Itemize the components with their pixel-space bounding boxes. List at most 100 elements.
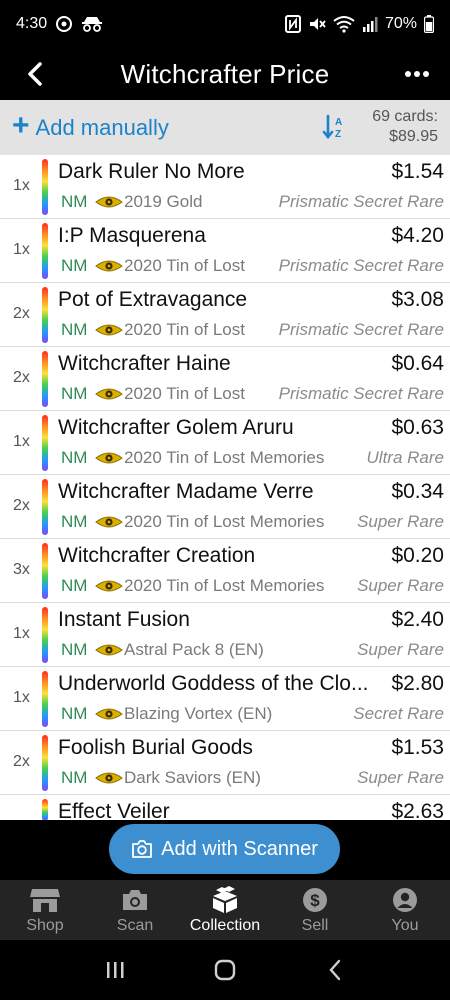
- card-quantity: 2x: [13, 369, 30, 386]
- card-rarity: Prismatic Secret Rare: [278, 384, 444, 403]
- card-condition: NM: [61, 448, 88, 467]
- nav-shop-label: Shop: [26, 917, 64, 934]
- card-set: Blazing Vortex (EN): [124, 704, 273, 723]
- add-with-scanner-label: Add with Scanner: [161, 837, 318, 860]
- card-condition: NM: [61, 192, 88, 211]
- svg-text:$: $: [310, 891, 320, 910]
- card-rarity: Super Rare: [357, 640, 444, 659]
- rarity-stripe: [42, 223, 48, 279]
- card-quantity: 1x: [13, 625, 30, 642]
- card-row[interactable]: 1x Dark Ruler No More $1.54 NM 2019 Gold…: [0, 155, 450, 219]
- millennium-eye-icon: [95, 580, 123, 592]
- card-quantity: 1x: [13, 689, 30, 706]
- status-time: 4:30: [16, 15, 48, 32]
- card-row[interactable]: 2x Pot of Extravagance $3.08 NM 2020 Tin…: [0, 283, 450, 347]
- home-icon[interactable]: [205, 950, 245, 990]
- user-icon: [390, 886, 420, 914]
- card-name: Dark Ruler No More: [58, 160, 245, 183]
- add-with-scanner-button[interactable]: Add with Scanner: [109, 824, 340, 874]
- millennium-eye-icon: [95, 260, 123, 272]
- card-set: 2020 Tin of Lost: [124, 384, 245, 403]
- card-name: Underworld Goddess of the Clo...: [58, 672, 369, 695]
- card-set: 2020 Tin of Lost: [124, 320, 245, 339]
- card-rarity: Secret Rare: [353, 704, 444, 723]
- card-list[interactable]: 1x Dark Ruler No More $1.54 NM 2019 Gold…: [0, 155, 450, 820]
- battery-icon: [424, 15, 434, 33]
- mute-icon: [308, 15, 326, 33]
- card-row[interactable]: 2x Foolish Burial Goods $1.53 NM Dark Sa…: [0, 731, 450, 795]
- rarity-stripe: [42, 287, 48, 343]
- card-name: Witchcrafter Creation: [58, 544, 256, 567]
- card-row[interactable]: 2x Witchcrafter Haine $0.64 NM 2020 Tin …: [0, 347, 450, 411]
- recent-apps-icon[interactable]: [95, 950, 135, 990]
- millennium-eye-icon: [95, 708, 123, 720]
- card-price: $0.34: [391, 480, 444, 503]
- card-row[interactable]: 2x Witchcrafter Madame Verre $0.34 NM 20…: [0, 475, 450, 539]
- nav-shop[interactable]: Shop: [0, 880, 90, 940]
- millennium-eye-icon: [95, 324, 123, 336]
- app-bar: Witchcrafter Price: [0, 48, 450, 100]
- nav-sell[interactable]: $ Sell: [270, 880, 360, 940]
- sort-az-icon[interactable]: AZ: [322, 114, 346, 140]
- card-set: Dark Saviors (EN): [124, 768, 261, 787]
- signal-icon: [362, 16, 378, 32]
- back-arrow-icon[interactable]: [20, 58, 48, 90]
- card-condition: NM: [61, 512, 88, 531]
- card-set: 2020 Tin of Lost Memories: [124, 448, 325, 467]
- incognito-icon: [81, 15, 103, 33]
- collection-box-icon: [210, 886, 240, 914]
- card-condition: NM: [61, 256, 88, 275]
- nav-scan[interactable]: Scan: [90, 880, 180, 940]
- card-row[interactable]: 1x Underworld Goddess of the Clo... $2.8…: [0, 667, 450, 731]
- more-dots-icon[interactable]: [402, 60, 432, 88]
- card-row[interactable]: 3x Witchcrafter Creation $0.20 NM 2020 T…: [0, 539, 450, 603]
- system-back-icon[interactable]: [315, 950, 355, 990]
- card-quantity: 1x: [13, 177, 30, 194]
- add-manually-button[interactable]: + Add manually: [12, 109, 169, 142]
- add-manually-label: Add manually: [35, 114, 169, 140]
- svg-text:Z: Z: [335, 129, 341, 140]
- card-name: Witchcrafter Golem Aruru: [58, 416, 294, 439]
- card-price: $0.63: [391, 416, 444, 439]
- nav-sell-label: Sell: [301, 917, 329, 934]
- card-price: $2.80: [391, 672, 444, 695]
- card-rarity: Prismatic Secret Rare: [278, 192, 444, 211]
- nfc-icon: [284, 15, 301, 33]
- nav-collection[interactable]: Collection: [180, 880, 270, 940]
- card-row[interactable]: 1x I:P Masquerena $4.20 NM 2020 Tin of L…: [0, 219, 450, 283]
- card-name: Foolish Burial Goods: [58, 736, 253, 759]
- card-price: $0.64: [391, 352, 444, 375]
- millennium-eye-icon: [95, 388, 123, 400]
- card-count-summary: 69 cards: $89.95: [372, 107, 438, 147]
- rarity-stripe: [42, 607, 48, 663]
- card-price: $1.54: [391, 160, 444, 183]
- card-set: 2020 Tin of Lost Memories: [124, 512, 325, 531]
- card-row[interactable]: Effect Veiler $2.63: [0, 795, 450, 820]
- collection-total: $89.95: [389, 128, 438, 145]
- millennium-eye-icon: [95, 772, 123, 784]
- card-rarity: Super Rare: [357, 512, 444, 531]
- status-bar: 4:30 70%: [0, 0, 450, 48]
- card-name: Witchcrafter Haine: [58, 352, 231, 375]
- card-price: $4.20: [391, 224, 444, 247]
- rarity-stripe: [42, 543, 48, 599]
- card-row[interactable]: 1x Witchcrafter Golem Aruru $0.63 NM 202…: [0, 411, 450, 475]
- nav-you[interactable]: You: [360, 880, 450, 940]
- camera-icon: [132, 840, 153, 858]
- system-nav-bar: [0, 940, 450, 1000]
- card-set: 2020 Tin of Lost: [124, 256, 245, 275]
- card-rarity: Super Rare: [357, 576, 444, 595]
- card-name: Effect Veiler: [58, 800, 170, 820]
- battery-percent: 70%: [384, 15, 417, 32]
- card-name: Pot of Extravagance: [58, 288, 248, 311]
- plus-icon: +: [12, 109, 30, 142]
- card-quantity: 3x: [13, 561, 30, 578]
- millennium-eye-icon: [95, 196, 123, 208]
- svg-text:A: A: [335, 117, 342, 128]
- alarm-icon: [55, 15, 73, 33]
- card-condition: NM: [61, 640, 88, 659]
- card-row[interactable]: 1x Instant Fusion $2.40 NM Astral Pack 8…: [0, 603, 450, 667]
- card-rarity: Super Rare: [357, 768, 444, 787]
- rarity-stripe: [42, 479, 48, 535]
- collection-toolbar: + Add manually AZ 69 cards: $89.95: [0, 100, 450, 155]
